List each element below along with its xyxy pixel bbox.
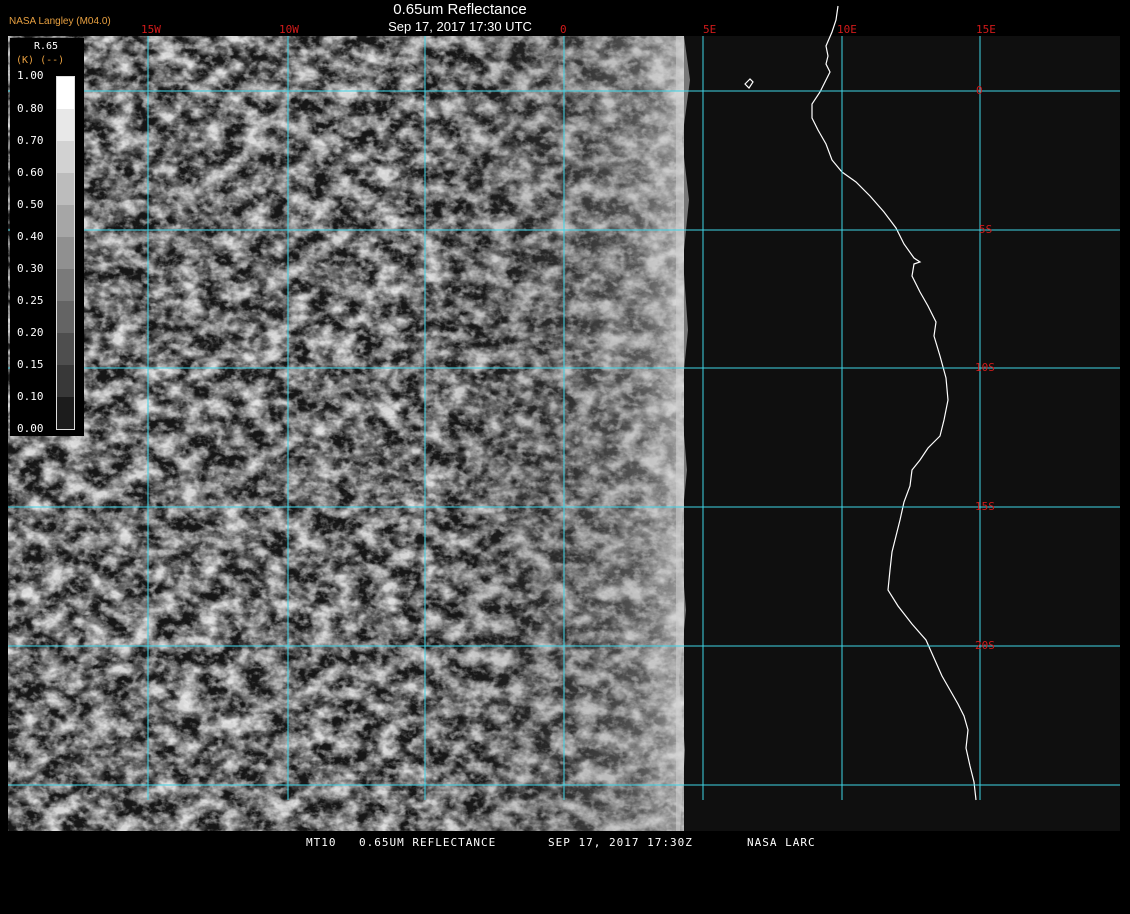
satellite-map bbox=[8, 5, 1120, 831]
legend-tick: 0.10 bbox=[17, 390, 44, 403]
legend-title: R.65 bbox=[34, 41, 59, 52]
legend-tick: 0.20 bbox=[17, 326, 44, 339]
legend-tick: 0.70 bbox=[17, 134, 44, 147]
lon-label-15w: 15W bbox=[141, 23, 161, 36]
off-scan-region bbox=[684, 36, 1120, 831]
scan-edge-brightening bbox=[420, 36, 684, 831]
legend-swatch bbox=[57, 365, 74, 397]
legend-colorbar bbox=[56, 76, 75, 430]
footer-product: MT10 bbox=[306, 836, 337, 849]
legend-tick: 0.00 bbox=[17, 422, 44, 435]
legend-tick: 0.40 bbox=[17, 230, 44, 243]
lat-label-20s: 20S bbox=[975, 639, 995, 652]
lat-label-0: 0 bbox=[976, 84, 983, 97]
legend-tick: 0.80 bbox=[17, 102, 44, 115]
legend-swatch bbox=[57, 301, 74, 333]
lat-label-15s: 15S bbox=[975, 500, 995, 513]
footer-source: NASA LARC bbox=[747, 836, 816, 849]
legend-unit: (K) (--) bbox=[16, 55, 65, 66]
legend-tick: 0.50 bbox=[17, 198, 44, 211]
legend-tick: 0.60 bbox=[17, 166, 44, 179]
legend-tick: 0.15 bbox=[17, 358, 44, 371]
legend-tick: 1.00 bbox=[17, 69, 44, 82]
footer-field: 0.65UM REFLECTANCE bbox=[359, 836, 497, 849]
lon-label-10w: 10W bbox=[279, 23, 299, 36]
provider-label: NASA Langley (M04.0) bbox=[9, 16, 111, 27]
legend-swatch bbox=[57, 173, 74, 205]
legend-swatch bbox=[57, 397, 74, 429]
lon-label-10e: 10E bbox=[837, 23, 857, 36]
satellite-image-frame: 15W 10W 0 5E 10E 15E 0 5S 10S 15S 20S NA… bbox=[0, 0, 1130, 850]
footer-caption: MT10 0.65UM REFLECTANCE SEP 17, 2017 17:… bbox=[0, 836, 1130, 850]
legend-swatch bbox=[57, 141, 74, 173]
legend-swatch bbox=[57, 205, 74, 237]
legend-swatch bbox=[57, 109, 74, 141]
lon-label-5e: 5E bbox=[703, 23, 717, 36]
footer-time: SEP 17, 2017 17:30Z bbox=[548, 836, 693, 849]
image-timestamp: Sep 17, 2017 17:30 UTC bbox=[388, 19, 532, 34]
image-title: 0.65um Reflectance bbox=[393, 1, 527, 18]
legend-swatch bbox=[57, 237, 74, 269]
reflectance-legend: R.65 (K) (--) 1.00 0.80 0.70 0.60 0.50 0… bbox=[10, 38, 84, 436]
legend-swatch bbox=[57, 333, 74, 365]
legend-swatch bbox=[57, 269, 74, 301]
lat-label-10s: 10S bbox=[975, 361, 995, 374]
lon-label-15e: 15E bbox=[976, 23, 996, 36]
lat-label-5s: 5S bbox=[979, 223, 993, 236]
legend-tick: 0.25 bbox=[17, 294, 44, 307]
legend-tick: 0.30 bbox=[17, 262, 44, 275]
legend-swatch bbox=[57, 77, 74, 109]
